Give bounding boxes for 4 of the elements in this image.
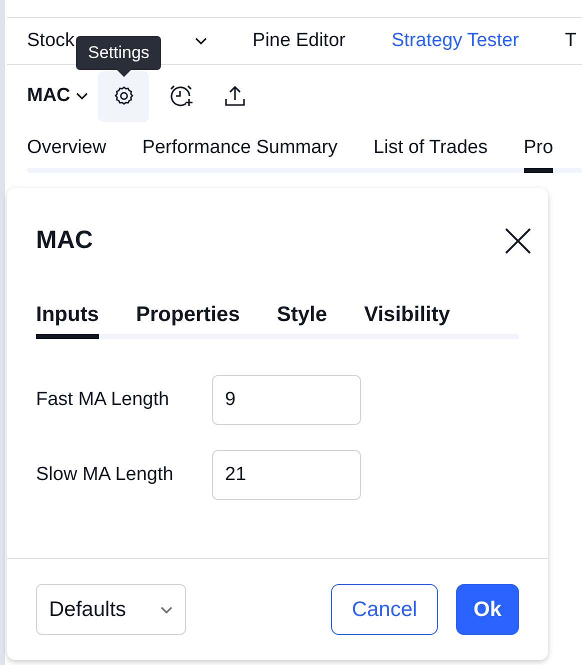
settings-tooltip: Settings <box>76 36 162 70</box>
input-label: Fast MA Length <box>36 388 170 412</box>
dialog-title: MAC <box>36 224 93 256</box>
input-label: Slow MA Length <box>36 462 174 487</box>
